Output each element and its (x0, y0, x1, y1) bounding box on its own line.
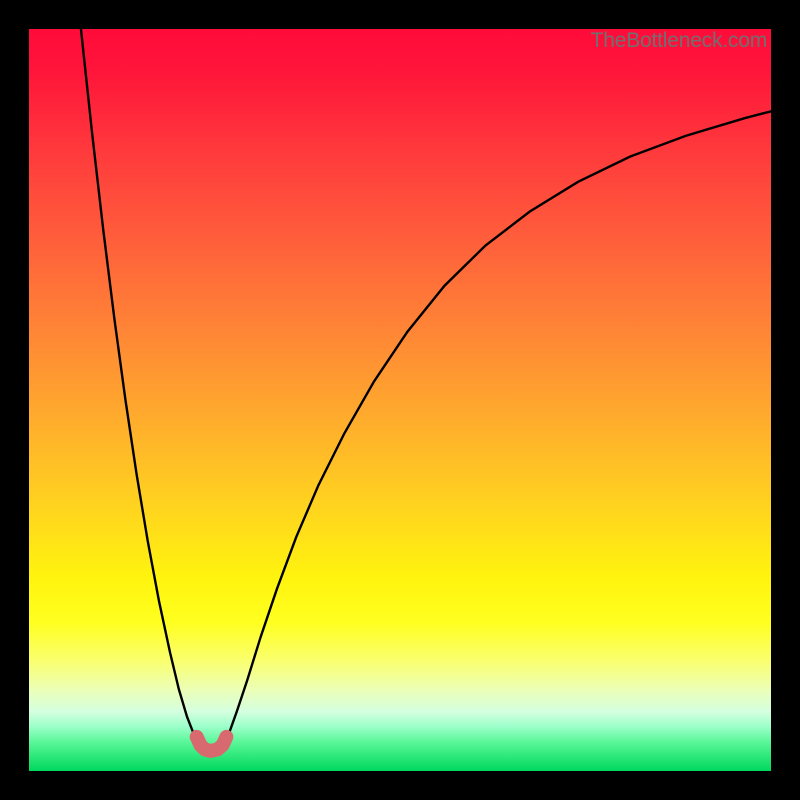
chart-frame: TheBottleneck.com (0, 0, 800, 800)
plot-background-gradient (29, 29, 771, 771)
